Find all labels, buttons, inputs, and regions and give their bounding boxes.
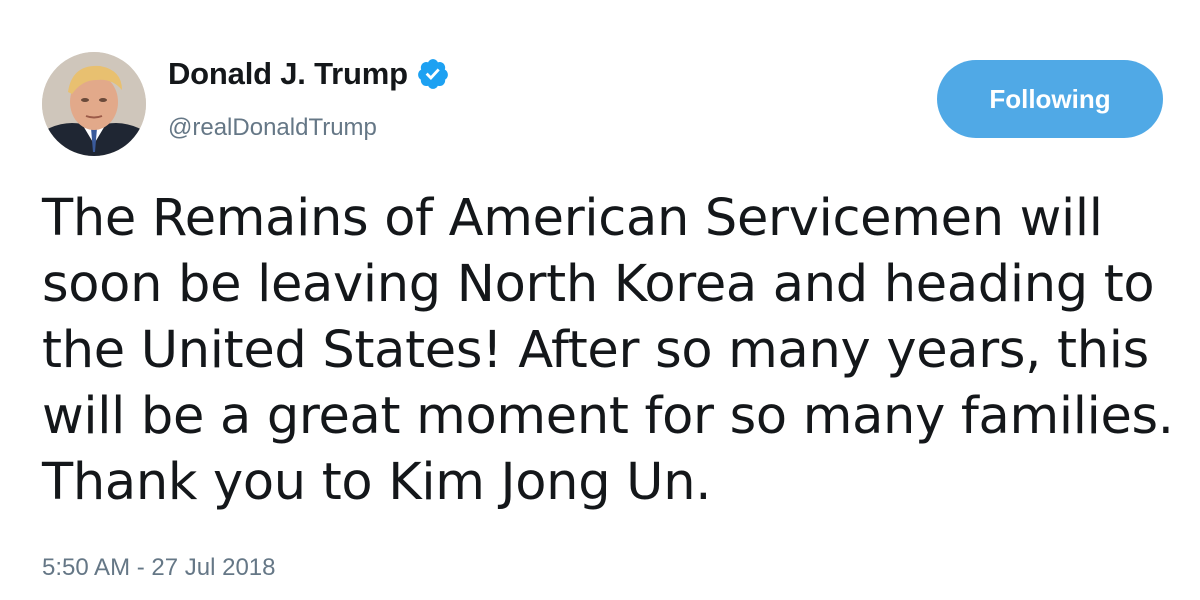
verified-badge-icon	[416, 57, 450, 91]
display-name[interactable]: Donald J. Trump	[168, 56, 408, 92]
profile-photo	[42, 52, 146, 156]
screen-name[interactable]: @realDonaldTrump	[168, 114, 377, 142]
tweet-card: Donald J. Trump @realDonaldTrump Followi…	[0, 0, 1200, 600]
tweet-text-line: will be a great moment for so many famil…	[42, 387, 1174, 446]
author-name-row: Donald J. Trump	[168, 56, 450, 92]
tweet-text-line: soon be leaving North Korea and heading …	[42, 255, 1155, 314]
tweet-text-line: the United States! After so many years, …	[42, 321, 1149, 380]
tweet-text-line: The Remains of American Servicemen will	[42, 189, 1103, 248]
avatar[interactable]	[42, 52, 146, 156]
tweet-text-line: Thank you to Kim Jong Un.	[42, 453, 712, 512]
tweet-text: The Remains of American Servicemen will …	[42, 186, 1192, 516]
tweet-timestamp[interactable]: 5:50 AM - 27 Jul 2018	[42, 554, 275, 582]
following-button[interactable]: Following	[937, 60, 1163, 138]
